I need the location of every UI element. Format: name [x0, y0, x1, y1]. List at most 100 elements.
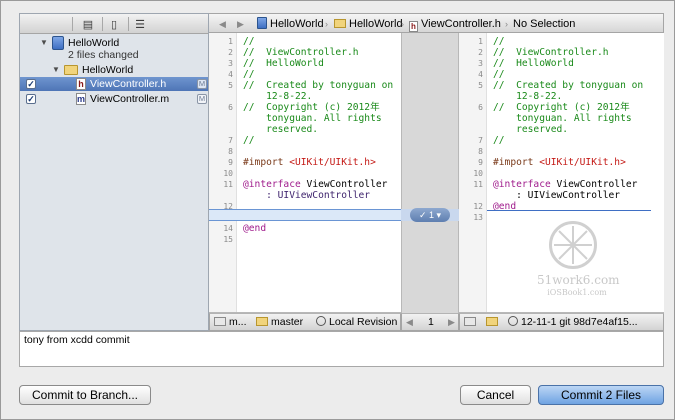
disclosure-triangle-icon[interactable]: ▼	[52, 66, 60, 74]
file-checkbox[interactable]: ✓	[26, 94, 36, 104]
file-name: ViewController.m	[90, 93, 170, 105]
navigator-toolbar: ▤ ▯ ☰	[20, 14, 208, 34]
diff-change-indicator[interactable]: ✓ 1 ▾	[410, 208, 450, 222]
line-number-gutter: 123456789101112131415	[209, 33, 237, 312]
line-number: 11	[223, 180, 233, 189]
file-view-icon[interactable]: ▯	[108, 18, 120, 31]
code-line: tonyguan. All rights	[243, 113, 382, 124]
file-checkbox[interactable]: ✓	[26, 79, 36, 89]
code-token: // Created by tonyguan on	[493, 80, 644, 91]
tree-row-project-status: 2 files changed	[20, 48, 208, 62]
clock-icon	[508, 316, 518, 326]
code-token: <UIKit/UIKit.h>	[283, 157, 376, 168]
code-token: // HelloWorld	[243, 58, 324, 69]
branch-item[interactable]	[486, 316, 501, 329]
line-number: 2	[228, 48, 233, 57]
jump-bar: ◀ ▶ HelloWorld › HelloWorld › h ViewContr…	[209, 13, 664, 33]
modified-badge: M	[197, 94, 207, 104]
next-change-icon[interactable]: ▶	[448, 316, 455, 329]
diff-navigator-bar: ◀ 1 ▶	[401, 313, 459, 331]
local-revision-editor[interactable]: 123456789101112131415 //// ViewControlle…	[209, 33, 401, 313]
code-line: // ViewController.h	[243, 47, 359, 58]
clock-icon	[316, 316, 326, 326]
folder-name: HelloWorld	[82, 64, 134, 76]
revision-label: 12-11-1 git 98d7e4af15...	[521, 316, 638, 328]
path-item[interactable]	[464, 316, 479, 329]
tree-row-file[interactable]: ✓ h ViewController.h M	[20, 77, 208, 91]
path-item[interactable]: m...	[214, 316, 247, 329]
line-number: 11	[473, 180, 483, 189]
revision-item[interactable]: 12-11-1 git 98d7e4af15...	[508, 316, 638, 329]
line-number: 10	[473, 169, 483, 178]
menu-lines-icon[interactable]: ☰	[134, 18, 146, 31]
code-line: // Created by tonyguan on	[243, 80, 393, 91]
cancel-button[interactable]: Cancel	[460, 385, 531, 405]
code-token: reserved.	[493, 124, 569, 135]
previous-change-icon[interactable]: ◀	[406, 316, 413, 329]
checkmark-icon: ✓	[418, 210, 429, 220]
line-number: 7	[228, 136, 233, 145]
code-line: //	[493, 69, 505, 80]
line-number: 3	[228, 59, 233, 68]
line-number: 5	[228, 81, 233, 90]
code-token: : UIViewController	[493, 190, 621, 201]
code-token: // ViewController.h	[493, 47, 609, 58]
code-token: // HelloWorld	[493, 58, 574, 69]
code-token: //	[493, 36, 505, 47]
commit-message-field[interactable]: tony from xcdd commit	[19, 331, 664, 367]
code-line: reserved.	[243, 124, 318, 135]
code-token: // Created by tonyguan on	[243, 80, 394, 91]
implementation-file-icon: m	[76, 93, 86, 105]
code-token: //	[243, 135, 255, 146]
toolbar-divider	[72, 17, 73, 31]
code-token: ViewController	[300, 179, 388, 190]
watermark: 51work6.com iOSBook1.com	[537, 221, 621, 301]
tree-row-file[interactable]: ✓ m ViewController.m M	[20, 92, 208, 106]
disclosure-triangle-icon[interactable]: ▼	[40, 39, 48, 47]
tree-row-folder[interactable]: ▼ HelloWorld	[20, 63, 208, 77]
right-path-bar: 12-11-1 git 98d7e4af15...	[459, 313, 664, 331]
code-token: : UIViewController	[243, 190, 371, 201]
path-label: m...	[229, 316, 247, 328]
code-line: //	[243, 69, 255, 80]
code-line: @interface ViewController	[243, 179, 387, 190]
commit-files-button[interactable]: Commit 2 Files	[538, 385, 664, 405]
forward-arrow-icon[interactable]: ▶	[237, 17, 244, 31]
code-token: 12-8-22.	[243, 91, 313, 102]
jump-project[interactable]: HelloWorld	[257, 17, 324, 31]
line-number: 1	[228, 37, 233, 46]
line-number: 8	[228, 147, 233, 156]
branch-folder-icon	[486, 317, 498, 326]
revision-item[interactable]: Local Revision	[316, 316, 397, 329]
header-file-icon: h	[409, 21, 418, 32]
breadcrumb-separator-icon: ›	[505, 19, 508, 29]
jump-project-label: HelloWorld	[270, 18, 324, 30]
code-token: //	[493, 69, 505, 80]
code-token: //	[493, 135, 505, 146]
branch-item[interactable]: master	[256, 316, 303, 329]
left-path-bar: m... master Local Revision	[209, 313, 401, 331]
commit-to-branch-button[interactable]: Commit to Branch...	[19, 385, 151, 405]
line-number: 2	[478, 48, 483, 57]
diff-highlight-band	[209, 209, 401, 221]
list-view-icon[interactable]: ▤	[82, 18, 94, 31]
code-line: #import <UIKit/UIKit.h>	[243, 157, 376, 168]
jump-selection[interactable]: No Selection	[513, 17, 575, 31]
toolbar-divider	[102, 17, 103, 31]
diff-insertion-line	[487, 210, 651, 211]
folder-icon	[214, 317, 226, 326]
line-number: 15	[223, 235, 233, 244]
line-number: 6	[228, 103, 233, 112]
code-token: // ViewController.h	[243, 47, 359, 58]
branch-folder-icon	[256, 317, 268, 326]
line-number: 3	[478, 59, 483, 68]
code-token: @interface	[243, 179, 301, 190]
code-token: 12-8-22.	[493, 91, 563, 102]
code-line: tonyguan. All rights	[493, 113, 632, 124]
code-line: : UIViewController	[493, 190, 620, 201]
jump-folder[interactable]: HelloWorld	[334, 17, 403, 31]
commit-window: ▤ ▯ ☰ ▼ HelloWorld 2 files changed ▼ Hel…	[0, 0, 675, 420]
jump-file[interactable]: h ViewController.h	[409, 17, 501, 32]
watermark-logo-icon	[549, 221, 597, 269]
back-arrow-icon[interactable]: ◀	[219, 17, 226, 31]
